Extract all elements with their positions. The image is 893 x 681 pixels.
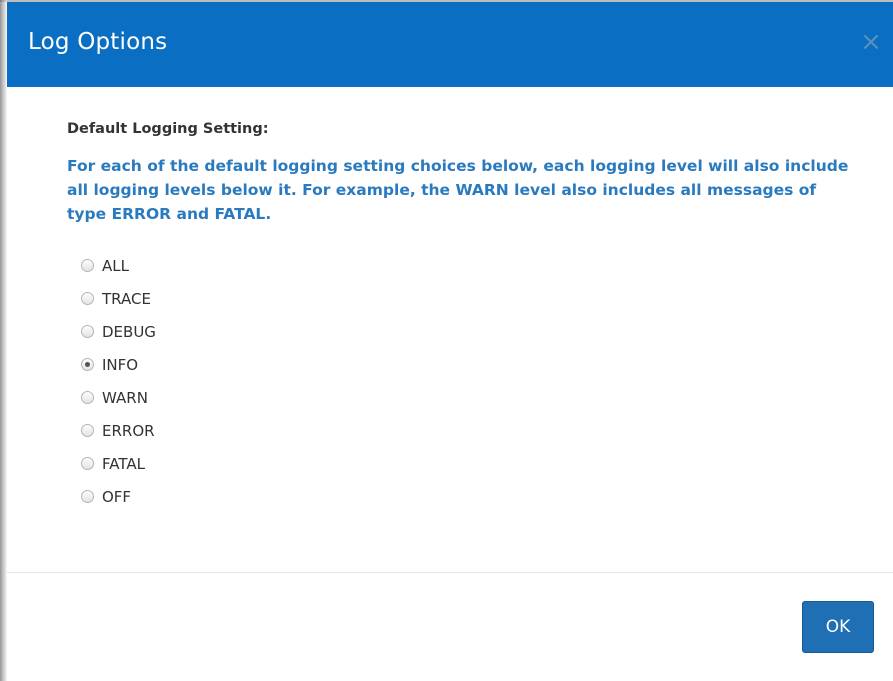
section-label: Default Logging Setting: [67,121,269,137]
log-options-dialog: Log Options × Default Logging Setting: F… [7,2,893,681]
radio-label: DEBUG [102,322,156,341]
backdrop-edge [0,0,7,681]
radio-label: INFO [102,355,139,374]
radio-button[interactable] [81,325,94,338]
radio-button[interactable] [81,259,94,272]
radio-option-fatal[interactable]: FATAL [81,447,857,480]
radio-option-info[interactable]: INFO [81,348,857,381]
logging-level-radio-group: ALL TRACE DEBUG INFO WARN ERROR FATAL OF… [81,249,857,513]
dialog-title: Log Options [28,29,168,55]
radio-option-all[interactable]: ALL [81,249,857,282]
radio-option-off[interactable]: OFF [81,480,857,513]
help-text: For each of the default logging setting … [67,157,849,223]
ok-button[interactable]: OK [802,601,874,653]
radio-button[interactable] [81,490,94,503]
dialog-body: Default Logging Setting: For each of the… [67,121,857,513]
radio-button[interactable] [81,292,94,305]
radio-label: FATAL [102,454,145,473]
radio-option-trace[interactable]: TRACE [81,282,857,315]
page: Log Options × Default Logging Setting: F… [0,0,893,681]
radio-option-debug[interactable]: DEBUG [81,315,857,348]
radio-label: TRACE [102,289,151,308]
radio-label: ALL [102,256,129,275]
radio-option-error[interactable]: ERROR [81,414,857,447]
radio-label: OFF [102,487,132,506]
radio-button[interactable] [81,424,94,437]
radio-label: ERROR [102,421,155,440]
footer-divider [7,572,893,573]
radio-option-warn[interactable]: WARN [81,381,857,414]
close-icon[interactable]: × [859,28,883,56]
dialog-header: Log Options × [7,2,893,87]
radio-button[interactable] [81,358,94,371]
radio-button[interactable] [81,457,94,470]
radio-button[interactable] [81,391,94,404]
radio-label: WARN [102,388,148,407]
